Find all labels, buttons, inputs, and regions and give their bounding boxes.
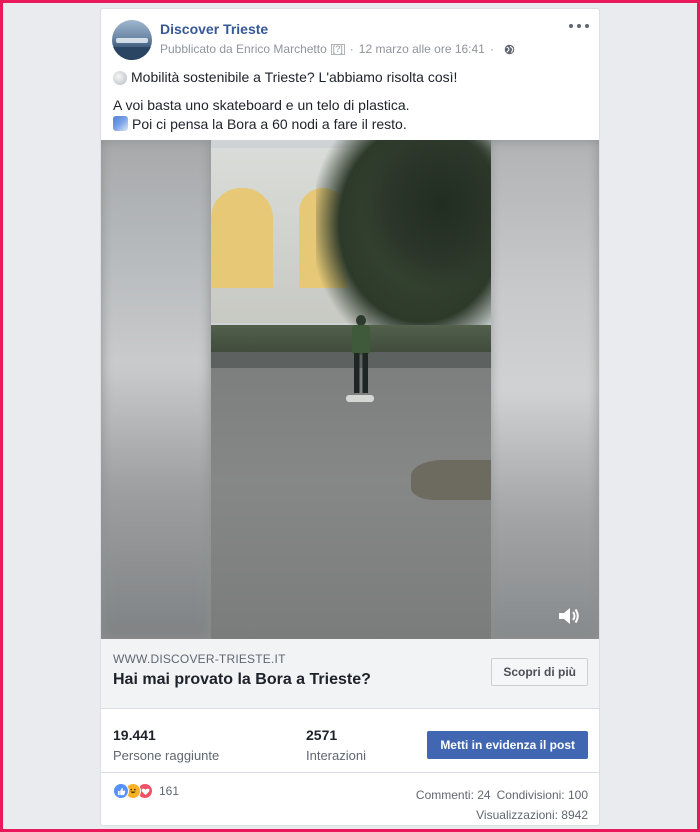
post-text-line1: Mobilità sostenibile a Trieste? L'abbiam…: [113, 68, 589, 87]
speaker-icon[interactable]: [557, 605, 581, 627]
avatar-sea: [112, 47, 152, 60]
post-text: Mobilità sostenibile a Trieste? L'abbiam…: [113, 68, 589, 134]
meta-separator: ·: [349, 42, 354, 56]
video-road: [211, 368, 491, 639]
help-icon[interactable]: [?]: [330, 43, 345, 55]
comments-shares-row: Commenti: 24 Condivisioni: 100: [416, 785, 588, 805]
post-text-line3: Poi ci pensa la Bora a 60 nodi a fare il…: [113, 115, 589, 134]
post-text-line2: A voi basta uno skateboard e un telo di …: [113, 97, 410, 113]
interactions-stat: 2571 Interazioni: [306, 727, 366, 763]
reach-label: Persone raggiunte: [113, 748, 220, 763]
learn-more-button[interactable]: Scopri di più: [491, 658, 588, 686]
wind-emoji-icon: [113, 70, 127, 85]
reactions-summary[interactable]: 161: [113, 783, 179, 799]
reach-value: 19.441: [113, 727, 156, 743]
page-avatar[interactable]: [112, 20, 152, 60]
video-blur-right: [489, 140, 599, 639]
globe-icon[interactable]: [504, 44, 515, 55]
boost-post-button[interactable]: Metti in evidenza il post: [427, 731, 588, 759]
video-tree: [361, 140, 491, 290]
skater-emoji-icon: [113, 116, 128, 131]
post-timestamp[interactable]: 12 marzo alle ore 16:41: [359, 42, 485, 56]
engagement-counts: Commenti: 24 Condivisioni: 100 Visualizza…: [416, 785, 588, 825]
video-player[interactable]: [101, 140, 599, 639]
link-preview[interactable]: WWW.DISCOVER-TRIESTE.IT Hai mai provato …: [101, 639, 599, 709]
reach-stat: 19.441 Persone raggiunte: [113, 727, 219, 763]
shares-count[interactable]: Condivisioni: 100: [497, 788, 588, 802]
video-puddle: [411, 460, 491, 500]
video-frame[interactable]: [211, 140, 491, 639]
post-text-line1-label: Mobilità sostenibile a Trieste? L'abbiam…: [131, 69, 458, 85]
views-count: Visualizzazioni: 8942: [476, 808, 588, 822]
interactions-value: 2571: [306, 727, 338, 743]
published-by[interactable]: Pubblicato da Enrico Marchetto: [160, 42, 327, 56]
more-options-icon[interactable]: [569, 19, 589, 33]
reactions-count: 161: [159, 784, 180, 798]
link-domain: WWW.DISCOVER-TRIESTE.IT: [113, 652, 286, 666]
divider: [101, 772, 599, 773]
link-title[interactable]: Hai mai provato la Bora a Trieste?: [113, 671, 371, 689]
post-text-line3-label: Poi ci pensa la Bora a 60 nodi a fare il…: [132, 116, 407, 132]
page-name-link[interactable]: Discover Trieste: [160, 21, 268, 37]
meta-separator-2: ·: [489, 42, 494, 56]
video-window: [211, 188, 273, 288]
video-blur-left: [101, 140, 211, 639]
video-skater: [346, 315, 376, 405]
comments-count[interactable]: Commenti: 24: [416, 788, 491, 802]
like-reaction-icon: [113, 783, 129, 799]
avatar-skyline: [116, 38, 148, 43]
interactions-label: Interazioni: [306, 748, 366, 763]
post-card: Discover Trieste Pubblicato da Enrico Ma…: [100, 8, 600, 826]
post-meta: Pubblicato da Enrico Marchetto [?] · 12 …: [160, 42, 515, 56]
